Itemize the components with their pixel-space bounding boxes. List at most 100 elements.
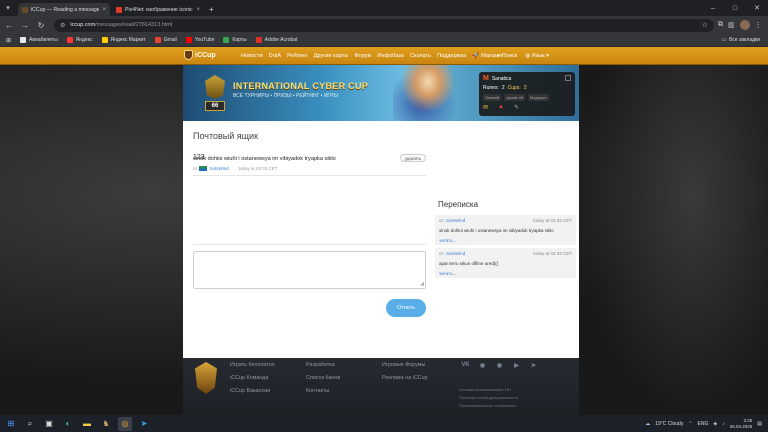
windows-start-icon[interactable]: ⊞ [4, 417, 18, 431]
edge-icon[interactable]: ◐ [61, 417, 75, 431]
browser-tab-1[interactable]: iCCup — Reading a message fr × [18, 3, 110, 16]
browser-tabstrip: ▾ iCCup — Reading a message fr × Pix4Net… [0, 0, 768, 16]
nav-forum[interactable]: Форум [354, 53, 371, 59]
tab-favicon [22, 6, 28, 13]
bookmark-icon [185, 37, 192, 43]
network-icon[interactable]: ◈ [713, 421, 717, 427]
user-tag[interactable]: Модерат. [527, 94, 549, 101]
mail-icon[interactable]: ✉ [483, 104, 488, 111]
tab-title: Pix4Net: изображение iconic.g [125, 6, 194, 13]
tray-up-icon[interactable]: ⌃ [688, 421, 692, 427]
close-icon[interactable]: × [196, 7, 200, 13]
file-explorer-icon[interactable]: ▬ [80, 417, 94, 431]
volume-icon[interactable]: ♪ [722, 421, 725, 427]
task-view-icon[interactable]: ▣ [42, 417, 56, 431]
avatar[interactable] [739, 20, 750, 30]
menu-icon[interactable]: ⋮ [755, 21, 762, 29]
resize-handle-icon[interactable]: ◢ [420, 281, 424, 287]
youtube-icon[interactable]: ▶ [511, 361, 522, 369]
discord-icon[interactable]: ◉ [477, 361, 488, 369]
nav-news[interactable]: Новости [241, 53, 263, 59]
nav-rating[interactable]: Рейтинг [287, 53, 308, 59]
thread-read-link[interactable]: читать... [439, 238, 572, 243]
tools-icon[interactable]: ✎ [514, 104, 519, 111]
nav-dota[interactable]: DotA [269, 53, 281, 59]
app-icon[interactable]: ♞ [99, 417, 113, 431]
footer-link[interactable]: Контакты [306, 388, 340, 394]
apps-icon[interactable]: ⊞ [6, 37, 11, 44]
footer-link[interactable]: Играть бесплатно [230, 362, 275, 368]
close-window-icon[interactable]: ✕ [746, 0, 768, 16]
site-info-icon[interactable]: ⚙ [60, 22, 65, 29]
site-logo[interactable]: iCCup [184, 50, 216, 60]
nav-support[interactable]: Поддержка [437, 53, 466, 59]
user-tag[interactable]: Архив off [504, 94, 525, 101]
footer-link[interactable]: Реклама на iCCup [382, 375, 428, 381]
search-link[interactable]: ⌕ Поиск [497, 53, 517, 60]
new-tab-button[interactable]: + [209, 3, 214, 16]
bookmark-item[interactable]: Яндекс [66, 37, 93, 43]
search-icon[interactable]: ⌕ [23, 417, 37, 431]
bookmark-item[interactable]: Яндекс Маркет [101, 37, 146, 43]
footer-link[interactable]: iCCup Вакансии [230, 388, 275, 394]
weather-text[interactable]: 19°C Cloudy [655, 421, 683, 427]
user-tag[interactable]: Личный [483, 94, 502, 101]
back-icon[interactable]: ← [2, 18, 16, 32]
close-icon[interactable]: × [102, 7, 106, 13]
bookmark-star-icon[interactable]: ☆ [702, 21, 708, 29]
browser-tab-2[interactable]: Pix4Net: изображение iconic.g × [112, 3, 204, 16]
footer-link[interactable]: Разработка [306, 362, 340, 368]
divider [193, 175, 426, 176]
bookmark-item[interactable]: YouTube [185, 37, 214, 43]
thread-author[interactable]: SoloWind [446, 251, 465, 256]
language-selector[interactable]: ◍ Язык ▾ [525, 53, 549, 59]
bookmark-item[interactable]: Gmail [154, 37, 177, 43]
legal-link[interactable]: Условия использования 18+ [459, 387, 518, 392]
language-indicator[interactable]: ENG [698, 421, 709, 427]
discord-icon[interactable]: ◉ [494, 361, 505, 369]
notification-icon[interactable]: ▤ [757, 421, 762, 427]
level-badge: 66 [203, 75, 227, 115]
minimize-icon[interactable]: – [702, 0, 724, 16]
sidepanel-icon[interactable]: ▥ [728, 21, 735, 29]
nav-other-maps[interactable]: Другие карты [314, 53, 349, 59]
thread-item[interactable]: от: SoloWind today at 04:33 CET sinok do… [435, 215, 576, 245]
reply-textarea[interactable]: ◢ [193, 251, 426, 289]
all-bookmarks[interactable]: ▭ Все закладки [721, 37, 760, 43]
chrome-icon[interactable]: ◎ [118, 416, 132, 431]
footer-column: Разработка Список банов Контакты [306, 362, 340, 394]
thread-author[interactable]: SoloWind [446, 218, 465, 223]
clock[interactable]: 3:25 26.04.2026 [730, 418, 753, 430]
vk-icon[interactable]: VK [460, 361, 471, 369]
footer-link[interactable]: Игровые Форумы [382, 362, 428, 368]
nav-right: ⌕ Поиск ◍ Язык ▾ [497, 47, 549, 65]
message-author[interactable]: SoloWind [209, 166, 228, 171]
tab-search-icon[interactable]: ▾ [0, 0, 16, 16]
legal-link[interactable]: Пользовательское соглашение [459, 403, 518, 408]
expand-icon[interactable] [565, 75, 571, 81]
legal-link[interactable]: Политика конфиденциальности [459, 395, 518, 400]
footer-link[interactable]: iCCup Команда [230, 375, 275, 381]
telegram-icon[interactable]: ➤ [137, 417, 151, 431]
delete-button[interactable]: удалить [400, 154, 426, 162]
message-meta: от SoloWind today at 04:33 CET [193, 166, 278, 171]
telegram-icon[interactable]: ➤ [528, 361, 539, 369]
forward-icon[interactable]: → [18, 18, 32, 32]
nav-infobase[interactable]: Инфобаза [377, 53, 404, 59]
nav-download[interactable]: Скачать [410, 53, 431, 59]
shop-icon: 🚀 [472, 53, 480, 59]
address-bar[interactable]: ⚙ iccup.com/messages/read/27814313.html … [54, 18, 714, 32]
bookmark-item[interactable]: Карты [223, 37, 247, 43]
thread-read-link[interactable]: читать... [439, 271, 572, 276]
maximize-icon[interactable]: □ [724, 0, 746, 16]
extensions-icon[interactable]: ⧉ [718, 21, 723, 29]
send-button[interactable]: Отпеть [386, 299, 426, 317]
alert-icon[interactable]: ▲ [498, 104, 504, 111]
bookmark-item[interactable]: Adobe Acrobat [255, 37, 297, 43]
thread-item[interactable]: от: SoloWind today at 04:33 CET apar ter… [435, 248, 576, 278]
footer-link[interactable]: Список банов [306, 375, 340, 381]
reload-icon[interactable]: ↻ [34, 18, 48, 32]
bookmark-item[interactable]: Авиабилеты [20, 37, 58, 43]
username[interactable]: Sanatica [492, 76, 511, 82]
bookmark-icon [20, 37, 27, 43]
